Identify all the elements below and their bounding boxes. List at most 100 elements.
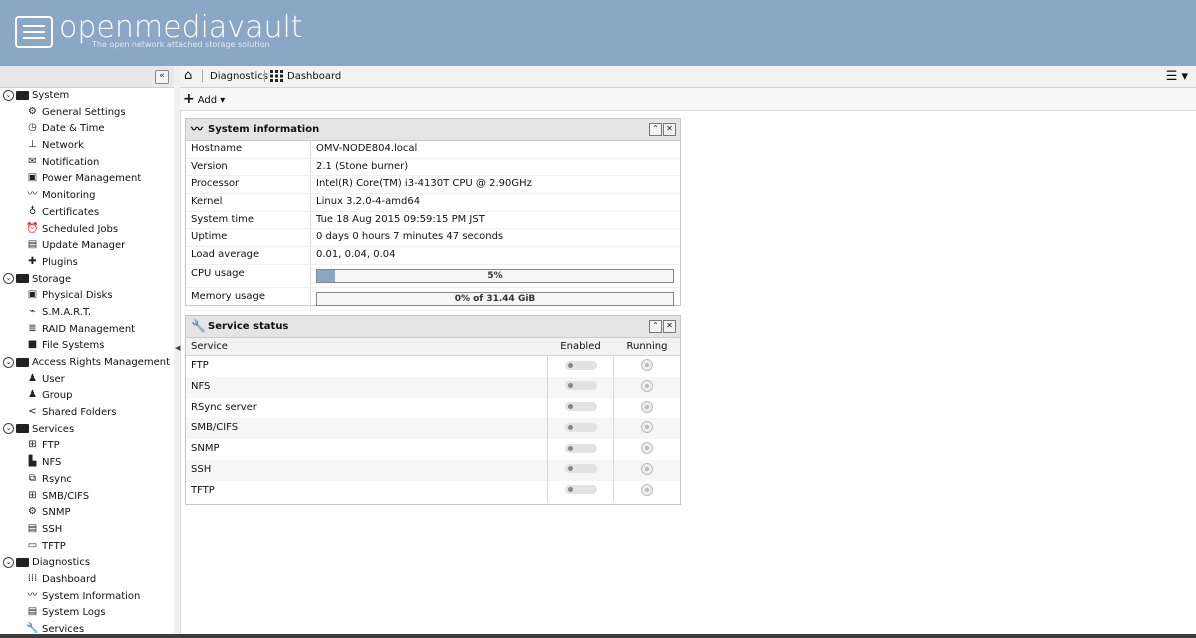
grid-icon	[270, 70, 283, 82]
chart-line-icon: 〰	[27, 589, 38, 601]
nav-item-file-systems[interactable]: ■ File Systems	[0, 338, 174, 355]
home-icon[interactable]: ⌂	[184, 69, 192, 83]
info-value: Tue 18 Aug 2015 09:59:15 PM JST	[316, 213, 485, 225]
nav-item-nfs[interactable]: ▙ NFS	[0, 455, 174, 472]
collapse-toggle-icon[interactable]: ⌄	[3, 273, 14, 285]
nav-item-system-information[interactable]: 〰 System Information	[0, 589, 174, 606]
nav-group-access-rights[interactable]: ⌄ Access Rights Management	[0, 355, 174, 372]
memory-usage-bar: 0% of 31.44 GiB	[316, 291, 674, 306]
info-key: System time	[191, 213, 255, 225]
table-row[interactable]: RSync server	[186, 398, 680, 419]
nav-item-network[interactable]: ⊥ Network	[0, 138, 174, 155]
info-key: Version	[191, 160, 228, 172]
nav-item-group[interactable]: ♟ Group	[0, 388, 174, 405]
info-key: Uptime	[191, 231, 228, 243]
nav-splitter[interactable]: ◀	[174, 66, 181, 638]
folder-icon	[16, 90, 29, 100]
update-icon: ▤	[27, 239, 38, 251]
column-header-enabled[interactable]: Enabled	[548, 338, 613, 355]
collapse-panel-button[interactable]: ⌃	[649, 123, 662, 136]
nav-item-label: Power Management	[42, 173, 142, 185]
add-button[interactable]: + Add ▾	[183, 92, 225, 108]
power-icon: ▣	[27, 172, 38, 184]
nav-item-dashboard[interactable]: ⁞⁞⁞ Dashboard	[0, 572, 174, 589]
users-icon: ♟	[28, 389, 37, 401]
nav-item-raid-management[interactable]: ≣ RAID Management	[0, 322, 174, 339]
nav-item-update-manager[interactable]: ▤ Update Manager	[0, 238, 174, 255]
nav-item-system-logs[interactable]: ▤ System Logs	[0, 605, 174, 622]
info-key: Load average	[191, 249, 260, 261]
service-name: TFTP	[191, 484, 215, 496]
nav-group-system[interactable]: ⌄ System	[0, 88, 174, 105]
table-row[interactable]: TFTP	[186, 481, 680, 502]
collapse-toggle-icon[interactable]: ⌄	[3, 423, 14, 435]
nav-group-services[interactable]: ⌄ Services	[0, 422, 174, 439]
collapse-toggle-icon[interactable]: ⌄	[3, 556, 14, 568]
breadcrumb-diagnostics[interactable]: Diagnostics	[210, 71, 268, 82]
close-panel-button[interactable]: ✕	[663, 123, 676, 136]
nav-item-label: SNMP	[42, 507, 71, 519]
hamburger-menu-icon[interactable]: ☰ ▾	[1166, 69, 1188, 84]
nav-item-ssh[interactable]: ▤ SSH	[0, 522, 174, 539]
breadcrumb: ⌂ Diagnostics Dashboard ☰ ▾	[180, 66, 1196, 88]
folder-icon	[16, 557, 29, 567]
enabled-toggle	[564, 464, 597, 474]
service-table: Service Enabled Running FTP NFS RSync se…	[186, 338, 680, 502]
separator	[202, 70, 203, 82]
nav-item-monitoring[interactable]: 〰 Monitoring	[0, 188, 174, 205]
collapse-toggle-icon[interactable]: ⌄	[3, 89, 14, 101]
nav-item-general-settings[interactable]: ⚙ General Settings	[0, 105, 174, 122]
snmp-icon: ⚙	[28, 506, 37, 518]
collapse-toggle-icon[interactable]: ⌄	[3, 356, 14, 368]
info-key: Memory usage	[191, 290, 266, 302]
nav-item-plugins[interactable]: ✚ Plugins	[0, 255, 174, 272]
info-row: Version 2.1 (Stone burner)	[186, 158, 680, 177]
log-icon: ▤	[27, 606, 38, 618]
info-row: Kernel Linux 3.2.0-4-amd64	[186, 194, 680, 212]
nav-item-tftp[interactable]: ▭ TFTP	[0, 539, 174, 556]
column-header-service[interactable]: Service	[191, 338, 228, 355]
collapse-nav-button[interactable]: «	[155, 70, 169, 84]
nav-group-label: Services	[32, 423, 75, 435]
table-row[interactable]: NFS	[186, 376, 680, 398]
nav-item-certificates[interactable]: ♁ Certificates	[0, 205, 174, 222]
service-status-panel: 🔧 Service status ⌃ ✕ Service Enabled Run…	[185, 315, 681, 505]
nav-item-ftp[interactable]: ⊞ FTP	[0, 438, 174, 455]
nav-group-label: Storage	[32, 273, 72, 285]
nav-item-label: Scheduled Jobs	[42, 223, 119, 235]
table-row[interactable]: SMB/CIFS	[186, 418, 680, 440]
add-button-label: Add	[197, 95, 218, 106]
logo-tagline: The open network attached storage soluti…	[92, 40, 270, 49]
enabled-toggle	[564, 443, 597, 453]
nav-item-physical-disks[interactable]: ▣ Physical Disks	[0, 288, 174, 305]
nav-item-scheduled-jobs[interactable]: ⏰ Scheduled Jobs	[0, 222, 174, 239]
close-panel-button[interactable]: ✕	[663, 320, 676, 333]
nav-item-label: File Systems	[42, 340, 105, 352]
nav-item-label: System Logs	[42, 607, 106, 619]
nav-item-date-time[interactable]: ◷ Date & Time	[0, 121, 174, 138]
collapse-panel-button[interactable]: ⌃	[649, 320, 662, 333]
nav-item-smart[interactable]: ⌁ S.M.A.R.T.	[0, 305, 174, 322]
nav-item-shared-folders[interactable]: < Shared Folders	[0, 405, 174, 422]
nav-item-notification[interactable]: ✉ Notification	[0, 155, 174, 172]
nav-item-user[interactable]: ♟ User	[0, 372, 174, 389]
table-row[interactable]: SSH	[186, 459, 680, 481]
nav-group-storage[interactable]: ⌄ Storage	[0, 272, 174, 289]
column-header-running[interactable]: Running	[614, 338, 680, 355]
nav-item-rsync[interactable]: ⧉ Rsync	[0, 472, 174, 489]
breadcrumb-dashboard[interactable]: Dashboard	[287, 71, 341, 82]
nav-group-diagnostics[interactable]: ⌄ Diagnostics	[0, 555, 174, 572]
alarm-clock-icon: ⏰	[26, 222, 39, 234]
table-row[interactable]: FTP	[186, 356, 680, 377]
nav-item-power-management[interactable]: ▣ Power Management	[0, 171, 174, 188]
nav-item-label: Notification	[42, 156, 100, 168]
nav-group-label: Access Rights Management	[32, 357, 171, 368]
nav-item-snmp[interactable]: ⚙ SNMP	[0, 505, 174, 522]
network-icon: ⊥	[28, 139, 37, 151]
service-name: RSync server	[191, 401, 257, 413]
nav-item-label: Date & Time	[42, 123, 105, 135]
table-row[interactable]: SNMP	[186, 439, 680, 460]
gears-icon: ⚙	[28, 105, 37, 117]
nav-item-smb-cifs[interactable]: ⊞ SMB/CIFS	[0, 489, 174, 506]
service-name: FTP	[191, 360, 209, 371]
